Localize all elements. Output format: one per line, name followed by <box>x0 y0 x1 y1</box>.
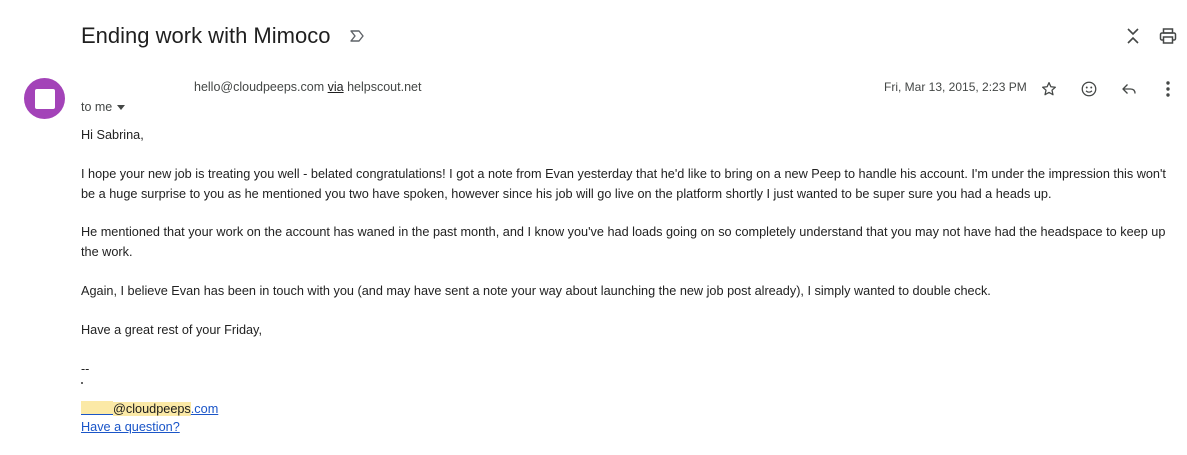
sender-via-domain: helpscout.net <box>347 80 422 94</box>
collapse-all-icon[interactable] <box>1122 25 1144 47</box>
signature-separator: -- <box>81 362 90 376</box>
sender-address[interactable]: hello@cloudpeeps.com <box>194 80 324 94</box>
chevron-down-icon <box>117 105 126 110</box>
greeting: Hi Sabrina, <box>81 128 144 142</box>
message-date: Fri, Mar 13, 2015, 2:23 PM <box>884 80 1027 94</box>
avatar[interactable] <box>24 78 65 119</box>
recipient-details-toggle[interactable]: to me <box>81 100 126 114</box>
email-subject: Ending work with Mimoco <box>81 23 331 48</box>
message-body: Hi Sabrina, I hope your new job is treat… <box>81 126 1181 356</box>
avatar-placeholder <box>34 88 55 109</box>
star-icon[interactable] <box>1038 78 1060 100</box>
paragraph: Again, I believe Evan has been in touch … <box>81 284 991 298</box>
sender-via[interactable]: via <box>328 80 344 94</box>
recipient-label: to me <box>81 100 113 114</box>
reply-icon[interactable] <box>1118 78 1140 100</box>
paragraph: He mentioned that your work on the accou… <box>81 225 1166 259</box>
emoji-icon[interactable] <box>1078 78 1100 100</box>
paragraph: I hope your new job is treating you well… <box>81 167 1166 201</box>
signature-dot <box>81 382 83 384</box>
signature-email-link[interactable]: @cloudpeeps.com <box>81 401 218 416</box>
signature-email-tld: .com <box>190 402 219 416</box>
signature-email-user: @cloudpeeps <box>113 402 191 416</box>
label-importance-icon[interactable] <box>349 27 365 45</box>
paragraph: Have a great rest of your Friday, <box>81 323 262 337</box>
more-vert-icon[interactable] <box>1157 78 1179 100</box>
redacted-name <box>81 401 113 415</box>
sender-line: hello@cloudpeeps.com via helpscout.net <box>194 80 421 94</box>
have-a-question-link[interactable]: Have a question? <box>81 420 180 434</box>
print-icon[interactable] <box>1157 25 1179 47</box>
